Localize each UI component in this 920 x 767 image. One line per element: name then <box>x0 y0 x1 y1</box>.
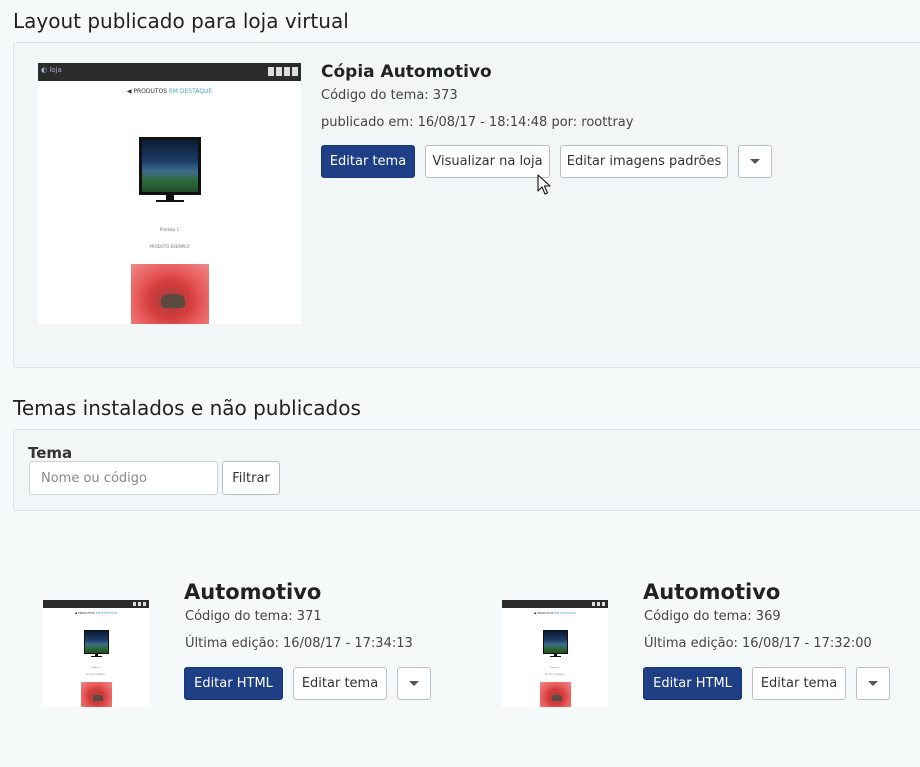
thumbnail-product-photo <box>131 264 209 324</box>
installed-section-title: Temas instalados e não publicados <box>13 396 361 420</box>
edit-theme-button[interactable]: Editar tema <box>293 667 387 700</box>
filter-label: Tema <box>28 444 73 462</box>
edit-html-button[interactable]: Editar HTML <box>184 667 283 700</box>
edit-theme-button[interactable]: Editar tema <box>752 667 846 700</box>
thumbnail-product-photo <box>540 682 571 707</box>
published-date-line: publicado em: 16/08/17 - 18:14:48 por: r… <box>321 115 634 130</box>
installed-theme-thumbnail: ◀ PRODUTOS EM DESTAQUE Produto 1 PRODUTO… <box>502 600 608 707</box>
thumbnail-product-caption: Produto 1 <box>550 667 560 669</box>
installed-theme-name: Automotivo <box>643 580 781 604</box>
installed-theme-thumbnail: ◀ PRODUTOS EM DESTAQUE Produto 1 PRODUTO… <box>43 600 149 707</box>
thumbnail-products-heading: ◀ PRODUTOS EM DESTAQUE <box>74 611 118 615</box>
thumbnail-header-icons <box>268 67 298 76</box>
installed-theme-last-edit: Última edição: 16/08/17 - 17:34:13 <box>185 636 413 651</box>
chevron-down-icon <box>750 159 760 164</box>
thumbnail-header-bar <box>43 600 149 608</box>
thumbnail-product-caption: Produto 1 <box>159 227 180 232</box>
thumbnail-products-heading: ◀ PRODUTOS EM DESTAQUE <box>533 611 577 615</box>
theme-more-options-button[interactable] <box>856 667 890 700</box>
installed-theme-last-edit: Última edição: 16/08/17 - 17:32:00 <box>644 636 872 651</box>
thumbnail-product-price: PRODUTO EXEMPLO <box>544 674 566 676</box>
view-in-store-button[interactable]: Visualizar na loja <box>425 145 550 178</box>
installed-theme-code: Código do tema: 371 <box>185 609 322 624</box>
thumbnail-header-bar: ◐ loja <box>38 63 301 81</box>
installed-theme-code: Código do tema: 369 <box>644 609 781 624</box>
published-theme-name: Cópia Automotivo <box>321 62 492 82</box>
theme-search-input[interactable] <box>29 461 218 495</box>
thumbnail-product-caption: Produto 1 <box>91 667 101 669</box>
edit-html-button[interactable]: Editar HTML <box>643 667 742 700</box>
thumbnail-tv-image <box>139 137 201 205</box>
thumbnail-tv-image <box>543 630 568 658</box>
installed-theme-name: Automotivo <box>184 580 322 604</box>
thumbnail-product-price: PRODUTO EXEMPLO <box>149 244 190 249</box>
chevron-down-icon <box>409 681 419 686</box>
thumbnail-product-price: PRODUTO EXEMPLO <box>85 674 107 676</box>
published-more-options-button[interactable] <box>738 145 772 178</box>
published-theme-code: Código do tema: 373 <box>321 88 458 103</box>
thumbnail-header-icons <box>133 602 146 606</box>
thumbnail-header-bar <box>502 600 608 608</box>
filter-button[interactable]: Filtrar <box>222 461 280 495</box>
thumbnail-header-icons <box>592 602 605 606</box>
theme-more-options-button[interactable] <box>397 667 431 700</box>
published-theme-thumbnail: ◐ loja ◀ PRODUTOS EM DESTAQUE Produto 1 … <box>38 63 301 324</box>
edit-default-images-button[interactable]: Editar imagens padrões <box>560 145 728 178</box>
edit-theme-button[interactable]: Editar tema <box>321 145 415 178</box>
thumbnail-tv-image <box>84 630 109 658</box>
thumbnail-product-photo <box>81 682 112 707</box>
published-section-title: Layout publicado para loja virtual <box>13 9 349 33</box>
thumbnail-logo: ◐ loja <box>41 66 62 74</box>
thumbnail-products-heading: ◀ PRODUTOS EM DESTAQUE <box>126 88 213 95</box>
chevron-down-icon <box>868 681 878 686</box>
mouse-pointer-icon <box>537 174 551 195</box>
